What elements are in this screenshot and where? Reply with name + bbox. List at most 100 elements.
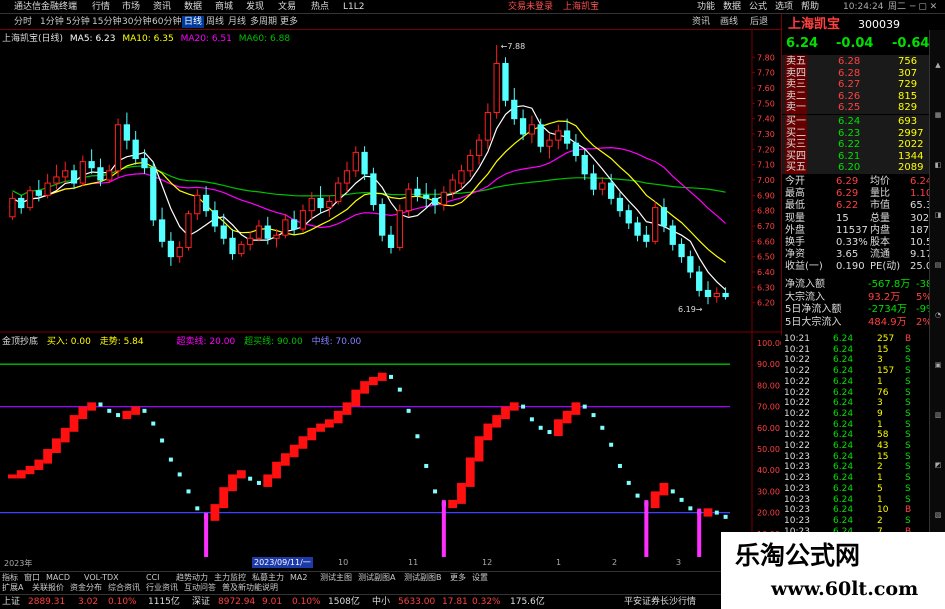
menu-item[interactable]: L1L2: [343, 1, 364, 13]
candle[interactable]: [70, 170, 78, 184]
candle[interactable]: [669, 225, 676, 245]
candle[interactable]: [440, 191, 447, 206]
candle[interactable]: [291, 219, 298, 230]
extension-tab[interactable]: 综合资讯: [108, 582, 140, 594]
extension-tab[interactable]: 普及新功能说明: [222, 582, 278, 594]
candle[interactable]: [431, 197, 439, 206]
period-tab[interactable]: 多周期: [250, 16, 277, 28]
menu-item[interactable]: 公式: [749, 1, 767, 13]
candle[interactable]: [62, 170, 69, 178]
extension-tab[interactable]: 扩展A: [2, 582, 23, 594]
side-button[interactable]: ◔: [932, 310, 944, 321]
menu-item[interactable]: 发现: [246, 1, 264, 13]
menu-item[interactable]: 帮助: [801, 1, 819, 13]
candle[interactable]: [18, 197, 25, 209]
menu-item[interactable]: 文易: [278, 1, 296, 13]
candle[interactable]: [687, 256, 694, 273]
candle[interactable]: [150, 167, 157, 221]
candle[interactable]: [185, 213, 192, 248]
toolbar-link[interactable]: 资讯: [692, 16, 710, 28]
candle[interactable]: [35, 190, 42, 196]
side-button[interactable]: ▲: [932, 60, 944, 71]
candle[interactable]: [546, 139, 553, 147]
candle[interactable]: [335, 182, 342, 202]
candle[interactable]: [114, 124, 122, 172]
candle[interactable]: [194, 194, 201, 215]
side-button[interactable]: ▥: [932, 410, 944, 421]
candle[interactable]: [625, 210, 632, 224]
candle[interactable]: [273, 234, 280, 239]
menu-item[interactable]: 数据: [723, 1, 741, 13]
candle[interactable]: [484, 112, 492, 141]
side-button[interactable]: ◩: [932, 460, 944, 471]
candle[interactable]: [264, 225, 271, 239]
candle[interactable]: [528, 124, 536, 135]
menu-item[interactable]: 市场: [122, 1, 140, 13]
menu-item[interactable]: 选项: [775, 1, 793, 13]
menu-item[interactable]: 商城: [215, 1, 233, 13]
candle[interactable]: [141, 158, 148, 169]
period-tab[interactable]: 30分钟: [122, 16, 151, 28]
candle[interactable]: [493, 62, 500, 114]
candle[interactable]: [88, 161, 95, 169]
side-button[interactable]: ▦: [932, 110, 944, 121]
candle[interactable]: [643, 234, 650, 242]
candle[interactable]: [361, 151, 368, 175]
period-tab[interactable]: 15分钟: [92, 16, 121, 28]
candle[interactable]: [167, 240, 175, 258]
candle[interactable]: [299, 210, 307, 230]
candle[interactable]: [97, 167, 104, 181]
candle[interactable]: [202, 194, 210, 212]
candle[interactable]: [396, 210, 403, 248]
candle[interactable]: [572, 142, 580, 156]
candle[interactable]: [502, 62, 509, 101]
period-tab[interactable]: 60分钟: [152, 16, 181, 28]
extension-tab[interactable]: 关联报价: [32, 582, 64, 594]
candle[interactable]: [414, 188, 421, 196]
candle[interactable]: [449, 179, 456, 193]
candle[interactable]: [704, 289, 712, 298]
toolbar-link[interactable]: 后退: [750, 16, 768, 28]
candle[interactable]: [660, 207, 668, 227]
candle[interactable]: [106, 170, 113, 181]
toolbar-link[interactable]: 画线: [720, 16, 738, 28]
candle[interactable]: [678, 243, 685, 258]
period-tab[interactable]: 更多: [280, 16, 298, 28]
candle[interactable]: [220, 225, 227, 239]
menu-item[interactable]: 行情: [92, 1, 110, 13]
extension-tab[interactable]: 行业资讯: [146, 582, 178, 594]
candle[interactable]: [211, 210, 219, 227]
candle[interactable]: [519, 118, 527, 135]
period-tab[interactable]: 周线: [206, 16, 224, 28]
candle[interactable]: [308, 197, 315, 212]
period-tab[interactable]: 月线: [228, 16, 246, 28]
candle[interactable]: [343, 170, 351, 184]
candle[interactable]: [9, 197, 16, 218]
period-tab-active[interactable]: 日线: [182, 16, 205, 28]
candle[interactable]: [616, 197, 624, 212]
side-button[interactable]: ◧: [932, 160, 944, 171]
candle[interactable]: [26, 190, 34, 209]
candle[interactable]: [317, 197, 324, 209]
candle[interactable]: [458, 170, 465, 184]
candle[interactable]: [132, 139, 139, 160]
candle[interactable]: [713, 292, 720, 298]
extension-tab[interactable]: 互动问答: [184, 582, 216, 594]
candle[interactable]: [282, 219, 289, 236]
candle[interactable]: [79, 161, 86, 184]
candle[interactable]: [537, 124, 544, 147]
candle[interactable]: [607, 182, 615, 199]
candle[interactable]: [352, 151, 359, 172]
indicator-chart[interactable]: 100.00 90.00 80.00 70.00 60.00 50.00 40.00 30.0…: [0, 333, 781, 557]
menu-item[interactable]: 功能: [697, 1, 715, 13]
period-tab[interactable]: 分时: [14, 16, 32, 28]
candle[interactable]: [379, 204, 386, 236]
period-tab[interactable]: 1分钟: [40, 16, 64, 28]
candle[interactable]: [123, 124, 131, 141]
candle[interactable]: [467, 154, 474, 172]
candle[interactable]: [44, 182, 51, 196]
candle[interactable]: [590, 173, 597, 190]
candle[interactable]: [696, 271, 703, 291]
candle[interactable]: [246, 237, 254, 245]
menu-item[interactable]: 热点: [311, 1, 329, 13]
